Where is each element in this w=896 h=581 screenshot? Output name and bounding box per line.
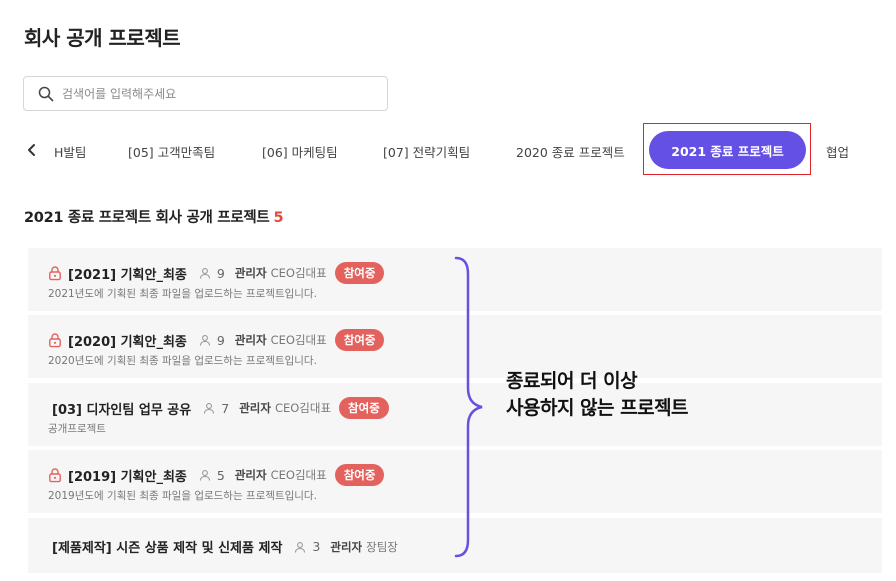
member-count: 5 (216, 467, 225, 483)
tab-2020-ended[interactable]: 2020 종료 프로젝트 (516, 142, 625, 161)
tab-dev-team[interactable]: H발팀 (54, 142, 86, 161)
project-name: [2019] 기획안_최종 (68, 469, 187, 485)
member-count: 7 (221, 400, 230, 416)
search-box[interactable] (23, 76, 388, 111)
status-badge: 참여중 (339, 397, 389, 419)
manager-name: CEO김대표 (270, 468, 327, 482)
status-badge: 참여중 (334, 262, 385, 284)
manager-name: CEO김대표 (274, 401, 332, 415)
manager-name: CEO김대표 (270, 333, 327, 347)
project-tabs: H발팀 [05] 고객만족팀 [06] 마케팅팀 [07] 전략기획팀 2020… (0, 123, 896, 176)
person-icon (294, 541, 306, 553)
lock-icon (48, 467, 62, 483)
page-title: 회사 공개 프로젝트 (24, 26, 181, 50)
tab-customer-team[interactable]: [05] 고객만족팀 (128, 142, 215, 161)
project-description: 공개프로젝트 (48, 423, 106, 435)
project-description: 2020년도에 기획된 최종 파일을 업로드하는 프로젝트입니다. (48, 355, 317, 367)
member-count: 9 (216, 265, 225, 281)
person-icon (199, 334, 211, 346)
lock-icon (48, 332, 62, 348)
manager-name: CEO김대표 (270, 266, 327, 280)
section-title: 2021 종료 프로젝트 회사 공개 프로젝트 5 (24, 206, 284, 227)
manager-label: 관리자 (239, 401, 271, 415)
search-icon (38, 86, 54, 102)
manager-label: 관리자 (234, 266, 267, 280)
manager-name: 장팀장 (366, 539, 398, 554)
person-icon (199, 469, 211, 481)
project-name: [제품제작] 시즌 상품 제작 및 신제품 제작 (52, 541, 283, 556)
member-count: 3 (312, 539, 321, 554)
project-name: [2021] 기획안_최종 (68, 267, 187, 283)
tab-collaboration[interactable]: 협업 (826, 142, 849, 161)
person-icon (199, 267, 211, 279)
chevron-left-icon (27, 142, 37, 161)
tab-marketing-team[interactable]: [06] 마케팅팀 (262, 142, 338, 161)
project-count: 5 (273, 210, 284, 226)
annotation-line-2: 사용하지 않는 프로젝트 (506, 397, 689, 419)
lock-icon (48, 265, 62, 281)
annotation-line-1: 종료되어 더 이상 (506, 370, 638, 392)
tab-strategy-team[interactable]: [07] 전략기획팀 (383, 142, 470, 161)
person-icon (203, 402, 215, 414)
status-badge: 참여중 (334, 464, 385, 486)
tab-2021-ended[interactable]: 2021 종료 프로젝트 (649, 131, 806, 169)
search-input[interactable] (62, 86, 362, 101)
manager-label: 관리자 (234, 333, 267, 347)
section-title-text: 2021 종료 프로젝트 회사 공개 프로젝트 (24, 210, 270, 226)
project-description: 2019년도에 기획된 최종 파일을 업로드하는 프로젝트입니다. (48, 490, 317, 502)
manager-label: 관리자 (234, 468, 267, 482)
curly-brace-annotation (454, 256, 483, 558)
project-name: [03] 디자인팀 업무 공유 (52, 402, 192, 418)
project-description: 2021년도에 기획된 최종 파일을 업로드하는 프로젝트입니다. (48, 288, 317, 300)
manager-label: 관리자 (330, 539, 363, 554)
member-count: 9 (216, 332, 225, 348)
status-badge: 참여중 (334, 329, 385, 351)
annotation-text: 종료되어 더 이상 사용하지 않는 프로젝트 (506, 368, 689, 422)
project-name: [2020] 기획안_최종 (68, 334, 187, 350)
tab-prev-button[interactable] (22, 139, 42, 163)
